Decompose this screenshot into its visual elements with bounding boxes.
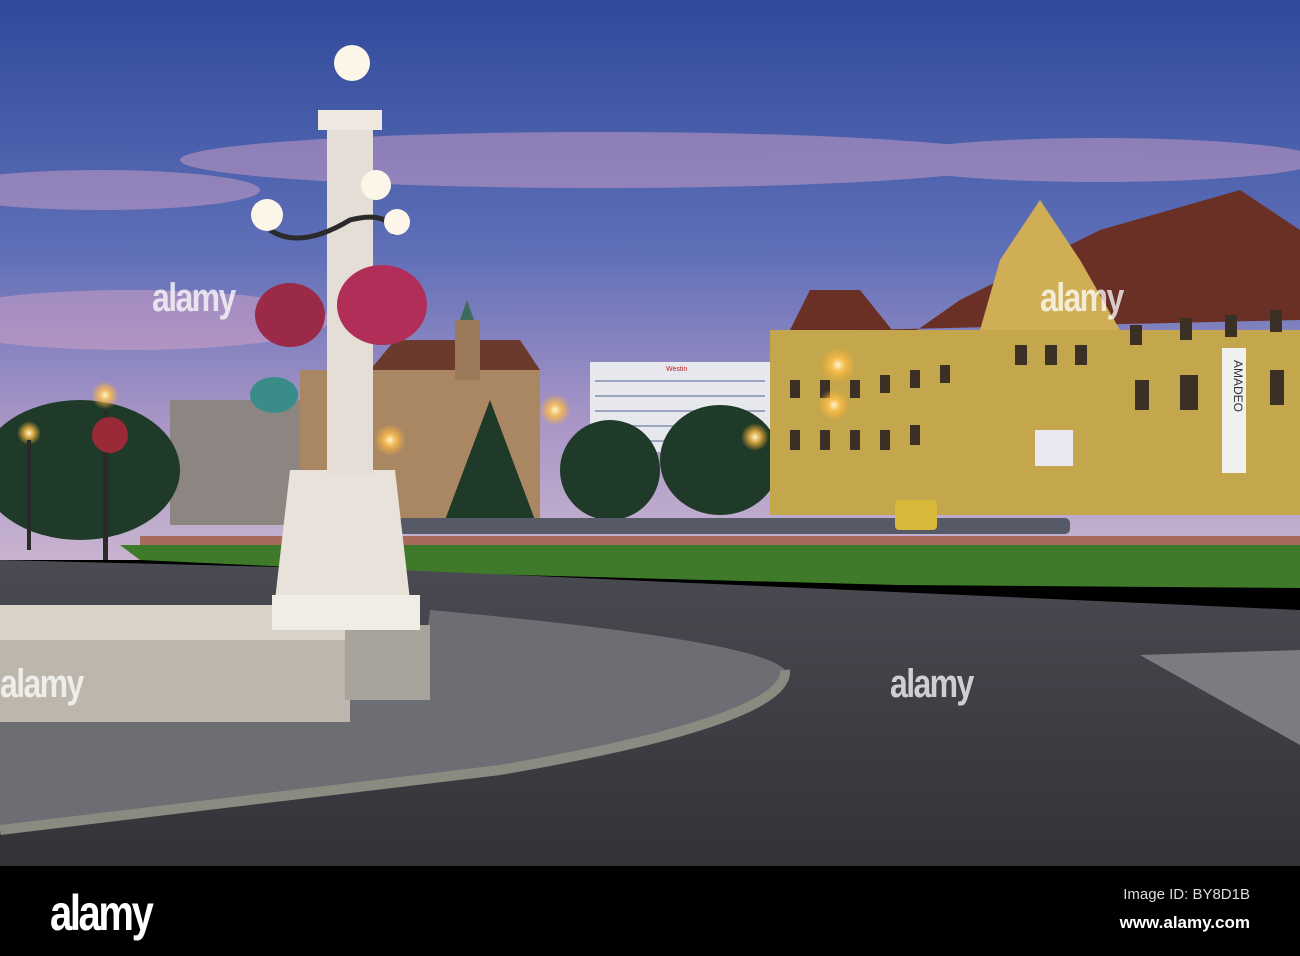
watermark: alamy xyxy=(152,276,236,320)
museum-banner: AMADEO xyxy=(1231,360,1245,412)
photo-scene: Westin AMADEO xyxy=(0,0,1300,866)
footer-bar: alamy Image ID: BY8D1B www.alamy.com xyxy=(0,866,1300,956)
stock-photo: Westin AMADEO alamy alamy alamy alamy al… xyxy=(0,0,1300,956)
watermark: alamy xyxy=(1040,276,1124,320)
alamy-logo: alamy xyxy=(50,885,154,941)
image-id: Image ID: BY8D1B xyxy=(1123,886,1250,903)
watermark: alamy xyxy=(0,662,84,706)
site-url[interactable]: www.alamy.com xyxy=(1120,913,1250,933)
watermark: alamy xyxy=(890,662,974,706)
hotel-sign: Westin xyxy=(666,366,687,373)
